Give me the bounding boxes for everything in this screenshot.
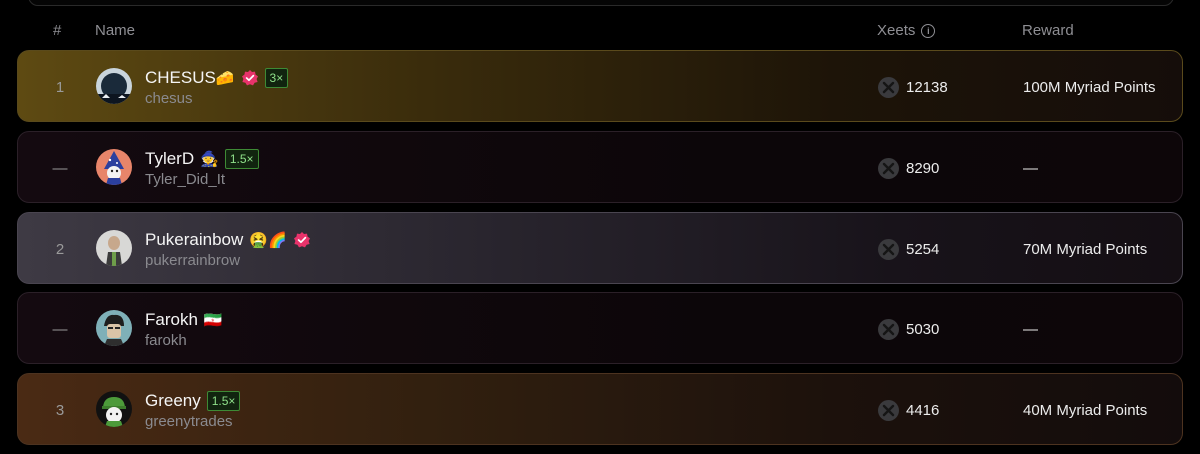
header-name[interactable]: Name — [95, 22, 135, 39]
avatar[interactable] — [96, 68, 132, 104]
multiplier-badge: 3× — [264, 68, 289, 88]
reward-cell: — — [1023, 320, 1038, 338]
reward-cell: — — [1023, 159, 1038, 177]
cheese-emoji: 🧀 — [215, 69, 235, 87]
iran-flag-icon: 🇮🇷 — [203, 311, 223, 329]
table-header: # Name Xeets i Reward — [0, 0, 1200, 50]
multiplier-badge: 1.5× — [224, 149, 259, 169]
xeets-cell: 12138 — [878, 51, 948, 123]
xeets-icon — [878, 318, 899, 340]
user-name-line[interactable]: Farokh 🇮🇷 — [145, 309, 223, 331]
user-name[interactable]: Pukerainbow — [145, 230, 243, 250]
rainbow-emoji: 🤮🌈 — [249, 231, 287, 249]
info-icon[interactable]: i — [921, 23, 936, 38]
verified-badge-icon — [293, 232, 310, 248]
user-handle: farokh — [145, 332, 187, 349]
avatar[interactable] — [96, 310, 132, 346]
leaderboard-row[interactable]: — Farokh 🇮🇷 farokh 5030 — — [17, 292, 1183, 364]
user-handle: pukerrainbrow — [145, 252, 241, 269]
rank-number: — — [52, 159, 68, 177]
rank-number: 2 — [55, 240, 65, 258]
user-handle: greenytrades — [145, 413, 233, 430]
xeets-icon — [878, 399, 899, 421]
user-name-line[interactable]: Greeny 1.5× — [145, 390, 241, 412]
xeets-icon — [878, 76, 899, 98]
multiplier-badge: 1.5× — [206, 391, 241, 411]
xeets-count: 12138 — [906, 78, 948, 96]
user-name[interactable]: CHESUS — [145, 68, 216, 88]
leaderboard-row[interactable]: 3 Greeny 1.5× greenytrades 4416 40M Myri… — [17, 373, 1183, 445]
user-name-line[interactable]: Pukerainbow 🤮🌈 — [145, 229, 311, 251]
reward-cell: 40M Myriad Points — [1023, 401, 1148, 419]
leaderboard-row[interactable]: — TylerD 🧙 1.5× Tyler_Did_It 8290 — — [17, 131, 1183, 203]
xeets-count: 4416 — [906, 401, 940, 419]
user-name-line[interactable]: CHESUS 🧀 3× — [145, 67, 289, 89]
rank-number: — — [52, 320, 68, 338]
user-name-line[interactable]: TylerD 🧙 1.5× — [145, 148, 259, 170]
header-xeets-label: Xeets — [877, 22, 916, 39]
avatar[interactable] — [96, 230, 132, 266]
xeets-count: 5254 — [906, 240, 940, 258]
rank-number: 1 — [55, 78, 65, 96]
xeets-icon — [878, 157, 899, 179]
xeets-cell: 8290 — [878, 132, 939, 204]
user-name[interactable]: TylerD — [145, 149, 194, 169]
xeets-cell: 5030 — [878, 293, 939, 365]
user-handle: Tyler_Did_It — [145, 171, 226, 188]
user-name[interactable]: Farokh — [145, 310, 198, 330]
verified-badge-icon — [241, 70, 258, 86]
avatar[interactable] — [96, 149, 132, 185]
user-name[interactable]: Greeny — [145, 391, 201, 411]
leaderboard-row[interactable]: 1 CHESUS 🧀 3× chesus 12138 100M Myriad P… — [17, 50, 1183, 122]
xeets-count: 8290 — [906, 159, 940, 177]
header-rank: # — [53, 22, 62, 39]
xeets-cell: 4416 — [878, 374, 939, 446]
header-xeets[interactable]: Xeets i — [877, 22, 936, 39]
avatar[interactable] — [96, 391, 132, 427]
rank-number: 3 — [55, 401, 65, 419]
header-reward[interactable]: Reward — [1022, 22, 1074, 39]
xeets-cell: 5254 — [878, 213, 939, 285]
leaderboard-row[interactable]: 2 Pukerainbow 🤮🌈 pukerrainbrow 5254 70M … — [17, 212, 1183, 284]
wizard-emoji: 🧙 — [200, 150, 219, 168]
reward-cell: 70M Myriad Points — [1023, 240, 1148, 258]
xeets-count: 5030 — [906, 320, 940, 338]
reward-cell: 100M Myriad Points — [1023, 78, 1156, 96]
user-handle: chesus — [145, 90, 193, 107]
xeets-icon — [878, 238, 899, 260]
